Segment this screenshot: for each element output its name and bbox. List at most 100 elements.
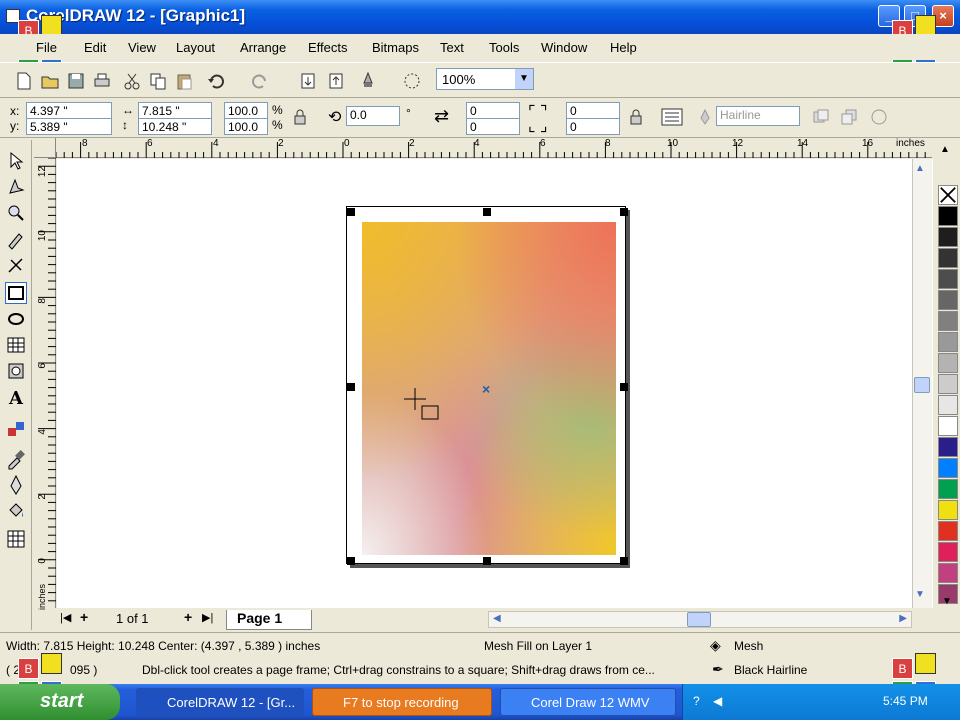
help-icon[interactable]: ? xyxy=(693,694,700,708)
convert-to-curves-icon[interactable] xyxy=(870,108,888,126)
color-swatch[interactable] xyxy=(938,311,958,331)
color-swatch[interactable] xyxy=(938,563,958,583)
graph-paper-tool-icon[interactable] xyxy=(5,334,27,356)
task-recording[interactable]: F7 to stop recording xyxy=(312,688,492,716)
copy-icon[interactable] xyxy=(148,71,168,91)
menu-view[interactable]: View xyxy=(128,40,156,55)
application-launcher-icon[interactable] xyxy=(358,71,378,91)
save-icon[interactable] xyxy=(66,71,86,91)
ruler-origin[interactable] xyxy=(34,138,56,158)
fill-tool-icon[interactable] xyxy=(5,500,27,522)
add-page-after-icon[interactable]: + xyxy=(184,609,192,625)
corner-roundness-4[interactable]: 0 xyxy=(566,118,620,135)
to-front-icon[interactable] xyxy=(840,108,858,126)
center-marker-icon[interactable]: × xyxy=(482,381,490,397)
ellipse-tool-icon[interactable] xyxy=(5,308,27,330)
selection-handle-tl[interactable] xyxy=(347,208,355,216)
scroll-down-icon[interactable]: ▼ xyxy=(915,589,925,600)
smart-fill-tool-icon[interactable] xyxy=(5,254,27,276)
height-field[interactable]: 10.248 " xyxy=(138,118,212,135)
outline-width-select[interactable]: Hairline xyxy=(716,106,800,126)
zoom-level-select[interactable]: 100% ▼ xyxy=(436,68,534,90)
lock-ratio-icon[interactable] xyxy=(292,108,308,126)
menu-file[interactable]: File xyxy=(36,40,57,55)
text-tool-icon[interactable]: A xyxy=(5,386,27,408)
vertical-scroll-thumb[interactable] xyxy=(914,377,930,393)
color-swatch[interactable] xyxy=(938,353,958,373)
task-coreldraw[interactable]: CorelDRAW 12 - [Gr... xyxy=(136,688,304,716)
menu-layout[interactable]: Layout xyxy=(176,40,215,55)
x-position-field[interactable]: 4.397 " xyxy=(26,102,112,119)
corner-lock-icon[interactable] xyxy=(628,108,644,126)
color-swatch[interactable] xyxy=(938,332,958,352)
menu-text[interactable]: Text xyxy=(440,40,464,55)
color-swatch[interactable] xyxy=(938,437,958,457)
menu-tools[interactable]: Tools xyxy=(489,40,519,55)
color-swatch[interactable] xyxy=(938,521,958,541)
basic-shapes-tool-icon[interactable] xyxy=(5,360,27,382)
horizontal-scroll-thumb[interactable] xyxy=(687,612,711,627)
menu-arrange[interactable]: Arrange xyxy=(240,40,286,55)
color-swatch[interactable] xyxy=(938,206,958,226)
color-swatch[interactable] xyxy=(938,416,958,436)
menu-help[interactable]: Help xyxy=(610,40,637,55)
selection-handle-bl[interactable] xyxy=(347,557,355,565)
import-icon[interactable] xyxy=(298,71,318,91)
selection-handle-bottom[interactable] xyxy=(483,557,491,565)
no-color-swatch-icon[interactable] xyxy=(938,185,958,205)
export-icon[interactable] xyxy=(326,71,346,91)
cut-icon[interactable] xyxy=(122,71,142,91)
vertical-scrollbar[interactable]: ▲ ▼ xyxy=(912,159,932,608)
chevron-down-icon[interactable]: ▼ xyxy=(515,69,533,89)
color-swatch[interactable] xyxy=(938,227,958,247)
add-page-before-icon[interactable]: + xyxy=(80,609,88,625)
color-swatch[interactable] xyxy=(938,542,958,562)
scroll-up-icon[interactable]: ▲ xyxy=(915,163,925,174)
clock[interactable]: 5:45 PM xyxy=(883,694,928,708)
mirror-icon[interactable]: ⇄ xyxy=(434,106,449,127)
color-swatch[interactable] xyxy=(938,479,958,499)
menu-edit[interactable]: Edit xyxy=(84,40,106,55)
menu-effects[interactable]: Effects xyxy=(308,40,348,55)
corner-roundness-1[interactable]: 0 xyxy=(466,102,520,119)
color-swatch[interactable] xyxy=(938,500,958,520)
scroll-left-icon[interactable]: ◀ xyxy=(493,613,501,624)
rotation-angle-field[interactable]: 0.0 xyxy=(346,106,400,126)
horizontal-scrollbar[interactable]: ◀ ▶ xyxy=(488,611,912,628)
scale-x-field[interactable]: 100.0 xyxy=(224,102,268,119)
color-swatch[interactable] xyxy=(938,395,958,415)
task-corel-folder[interactable]: Corel Draw 12 WMV xyxy=(500,688,676,716)
color-swatch[interactable] xyxy=(938,374,958,394)
to-back-icon[interactable] xyxy=(812,108,830,126)
width-field[interactable]: 7.815 " xyxy=(138,102,212,119)
menu-bitmaps[interactable]: Bitmaps xyxy=(372,40,419,55)
paste-icon[interactable] xyxy=(174,71,194,91)
last-page-icon[interactable]: ▶| xyxy=(202,611,213,624)
wrap-text-icon[interactable] xyxy=(660,106,684,128)
color-swatch[interactable] xyxy=(938,290,958,310)
undo-icon[interactable] xyxy=(206,71,226,91)
pick-tool-icon[interactable] xyxy=(5,150,27,172)
tab-page-1[interactable]: Page 1 xyxy=(226,610,312,630)
tray-arrow-icon[interactable]: ◀ xyxy=(713,694,722,708)
print-icon[interactable] xyxy=(92,71,112,91)
shape-tool-icon[interactable] xyxy=(5,176,27,198)
selection-handle-top[interactable] xyxy=(483,208,491,216)
color-swatch[interactable] xyxy=(938,269,958,289)
menu-window[interactable]: Window xyxy=(541,40,587,55)
interactive-blend-tool-icon[interactable] xyxy=(5,418,27,440)
color-swatch[interactable] xyxy=(938,248,958,268)
y-position-field[interactable]: 5.389 " xyxy=(26,118,112,135)
eyedropper-tool-icon[interactable] xyxy=(5,448,27,470)
selection-handle-right[interactable] xyxy=(620,383,628,391)
redo-icon[interactable] xyxy=(250,71,270,91)
open-folder-icon[interactable] xyxy=(40,71,60,91)
selection-handle-left[interactable] xyxy=(347,383,355,391)
color-swatch[interactable] xyxy=(938,458,958,478)
freehand-tool-icon[interactable] xyxy=(5,228,27,250)
zoom-tool-icon[interactable] xyxy=(5,202,27,224)
corel-online-icon[interactable] xyxy=(402,71,422,91)
new-document-icon[interactable] xyxy=(14,71,34,91)
palette-scroll-up-icon[interactable]: ▲ xyxy=(940,144,950,155)
outline-tool-icon[interactable] xyxy=(5,474,27,496)
